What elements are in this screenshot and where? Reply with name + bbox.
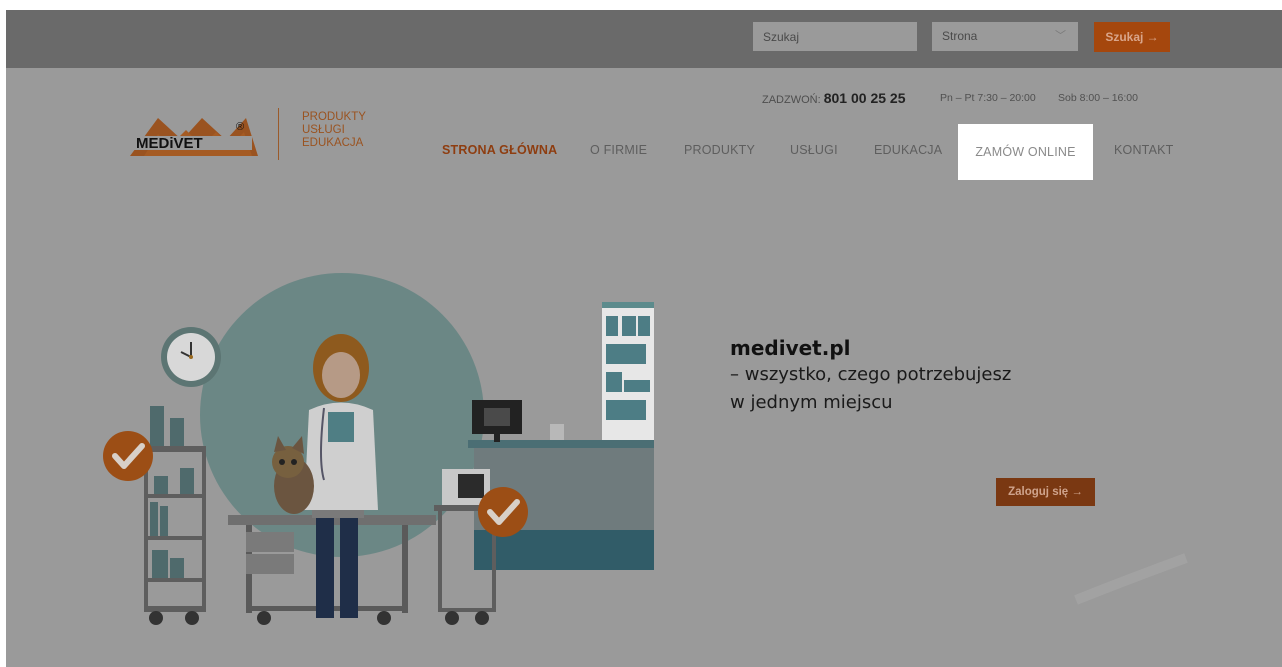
hero-subtitle-line1: – wszystko, czego potrzebujesz	[730, 364, 1012, 385]
hero-title: medivet.pl	[730, 336, 851, 360]
checkmark-icon	[103, 431, 153, 481]
hero-subtitle-line2: w jednym miejscu	[730, 392, 893, 413]
hero-illustration	[103, 273, 1188, 625]
medicine-shelf-cart	[144, 406, 206, 625]
checkmark-icon	[478, 487, 528, 537]
bookshelf	[602, 302, 654, 442]
hero-text: medivet.pl – wszystko, czego potrzebujes…	[730, 336, 1011, 416]
login-button[interactable]: Zaloguj się →	[996, 478, 1095, 506]
decorative-swoosh	[1074, 553, 1188, 605]
page-frame: Strona ﹀ Szukaj → MEDiVET ® PRODUKTY USŁ…	[6, 10, 1282, 667]
clock-icon	[161, 327, 221, 387]
